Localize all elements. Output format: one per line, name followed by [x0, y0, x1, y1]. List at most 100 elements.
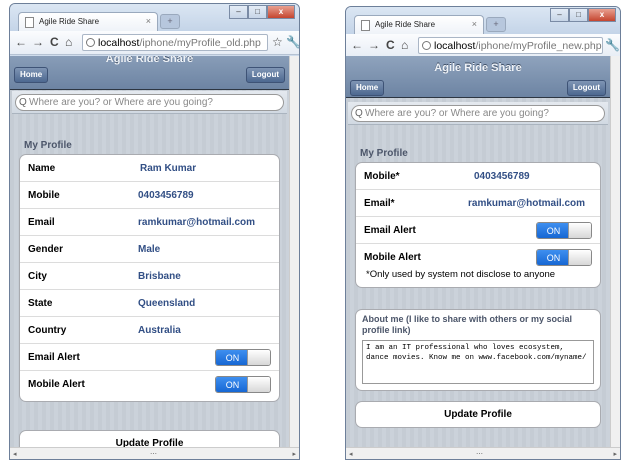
row-value[interactable]: 0403456789	[474, 171, 530, 182]
search-input[interactable]: Q Where are you? or Where are you going?	[351, 105, 605, 122]
forward-icon[interactable]: →	[368, 38, 380, 52]
new-tab-button[interactable]: +	[160, 14, 180, 29]
toggle-state: ON	[216, 350, 249, 365]
url-host: localhost	[98, 37, 140, 49]
horizontal-scrollbar[interactable]: ◂ ⋯ ▸	[10, 447, 299, 459]
back-icon[interactable]: ←	[15, 35, 27, 49]
toggle-knob	[247, 377, 270, 392]
new-tab-button[interactable]: +	[486, 17, 506, 32]
scroll-grip-icon: ⋯	[476, 451, 483, 458]
row-value[interactable]: ramkumar@hotmail.com	[138, 217, 255, 228]
vertical-scrollbar[interactable]	[289, 56, 299, 447]
email-alert-toggle[interactable]: ON	[215, 349, 271, 366]
toggle-knob	[247, 350, 270, 365]
reload-icon[interactable]: C	[386, 38, 395, 52]
scroll-left-icon[interactable]: ◂	[349, 450, 353, 458]
about-me-textarea[interactable]: I am an IT professional who loves ecosys…	[362, 340, 594, 384]
logout-button[interactable]: Logout	[245, 67, 285, 83]
back-icon[interactable]: ←	[351, 38, 363, 52]
close-window-button[interactable]: x	[588, 8, 616, 22]
row-label: Mobile*	[364, 171, 400, 182]
row-label: State	[28, 298, 53, 309]
row-label: Email Alert	[364, 225, 416, 236]
row-label: Country	[28, 325, 67, 336]
maximize-button[interactable]: □	[248, 5, 267, 19]
search-icon: Q	[19, 97, 27, 108]
wrench-icon[interactable]: 🔧	[605, 38, 620, 52]
wrench-icon[interactable]: 🔧	[286, 35, 299, 49]
toggle-knob	[568, 223, 591, 238]
toggle-knob	[568, 250, 591, 265]
section-title: My Profile	[24, 140, 72, 151]
browser-window-old: Agile Ride Share × + – □ x ← → C ⌂ local…	[9, 3, 300, 460]
scroll-grip-icon: ⋯	[150, 451, 157, 458]
close-tab-icon[interactable]: ×	[472, 19, 477, 29]
row-value[interactable]: Ram Kumar	[140, 163, 196, 174]
about-me-group: About me (I like to share with others or…	[355, 309, 601, 391]
vertical-scrollbar[interactable]	[610, 56, 620, 447]
address-bar[interactable]: localhost/iphone/myProfile_new.php	[418, 37, 603, 54]
search-input[interactable]: Q Where are you? or Where are you going?	[15, 94, 284, 111]
email-alert-row: Email Alert ON	[20, 344, 279, 371]
url-path: /iphone/myProfile_old.php	[139, 37, 261, 49]
minimize-button[interactable]: –	[550, 8, 569, 22]
row-label: Gender	[28, 244, 64, 255]
mobile-alert-toggle[interactable]: ON	[215, 376, 271, 393]
browser-tab[interactable]: Agile Ride Share ×	[18, 12, 158, 32]
email-alert-row: Email Alert ON	[356, 217, 600, 244]
home-button[interactable]: Home	[14, 67, 49, 83]
home-button[interactable]: Home	[350, 80, 385, 96]
home-icon[interactable]: ⌂	[65, 35, 72, 49]
profile-row-state: State Queensland	[20, 290, 279, 317]
reload-icon[interactable]: C	[50, 35, 59, 49]
window-controls: – □ x	[550, 8, 616, 23]
app-title: Agile Ride Share	[105, 56, 194, 65]
mobile-alert-row: Mobile Alert ON	[20, 371, 279, 398]
row-value[interactable]: Male	[138, 244, 160, 255]
search-placeholder: Where are you? or Where are you going?	[365, 108, 549, 119]
minimize-button[interactable]: –	[229, 5, 248, 19]
email-alert-toggle[interactable]: ON	[536, 222, 592, 239]
row-value[interactable]: ramkumar@hotmail.com	[468, 198, 585, 209]
profile-row-gender: Gender Male	[20, 236, 279, 263]
horizontal-scrollbar[interactable]: ◂ ⋯ ▸	[346, 447, 620, 459]
profile-group: Mobile* 0403456789 Email* ramkumar@hotma…	[355, 162, 601, 288]
star-icon[interactable]: ☆	[272, 35, 283, 49]
scroll-left-icon[interactable]: ◂	[13, 450, 17, 458]
app-title: Agile Ride Share	[434, 62, 522, 74]
row-value[interactable]: 0403456789	[138, 190, 194, 201]
page-viewport: Agile Ride Share Home Logout Q Where are…	[10, 56, 289, 447]
toggle-state: ON	[537, 250, 570, 265]
close-tab-icon[interactable]: ×	[146, 16, 151, 26]
browser-window-new: Agile Ride Share × + – □ x ← → C ⌂ local…	[345, 6, 621, 460]
address-bar[interactable]: localhost/iphone/myProfile_old.php	[82, 34, 268, 51]
scroll-right-icon[interactable]: ▸	[613, 450, 617, 458]
search-bar: Q Where are you? or Where are you going?	[12, 91, 287, 114]
url-path: /iphone/myProfile_new.php	[475, 40, 602, 52]
section-title: My Profile	[360, 148, 408, 159]
privacy-note: *Only used by system not disclose to any…	[366, 269, 556, 280]
profile-row-city: City Brisbane	[20, 263, 279, 290]
maximize-button[interactable]: □	[569, 8, 588, 22]
page-icon	[361, 20, 370, 31]
window-controls: – □ x	[229, 5, 295, 20]
nav-bar: ← → C ⌂ localhost/iphone/myProfile_new.p…	[346, 34, 620, 58]
logout-button[interactable]: Logout	[566, 80, 606, 96]
profile-row-mobile: Mobile* 0403456789	[356, 163, 600, 190]
profile-row-mobile: Mobile 0403456789	[20, 182, 279, 209]
scroll-right-icon[interactable]: ▸	[292, 450, 296, 458]
mobile-alert-toggle[interactable]: ON	[536, 249, 592, 266]
tab-title: Agile Ride Share	[39, 17, 100, 26]
update-profile-button[interactable]: Update Profile	[355, 401, 601, 428]
update-profile-button[interactable]: Update Profile	[19, 430, 280, 447]
row-value[interactable]: Queensland	[138, 298, 195, 309]
home-icon[interactable]: ⌂	[401, 38, 408, 52]
row-value[interactable]: Brisbane	[138, 271, 181, 282]
search-placeholder: Where are you? or Where are you going?	[29, 97, 213, 108]
tab-strip: Agile Ride Share × + – □ x	[346, 7, 620, 35]
close-window-button[interactable]: x	[267, 5, 295, 19]
row-value[interactable]: Australia	[138, 325, 181, 336]
browser-tab[interactable]: Agile Ride Share ×	[354, 15, 484, 35]
forward-icon[interactable]: →	[32, 35, 44, 49]
row-label: Email	[28, 217, 55, 228]
